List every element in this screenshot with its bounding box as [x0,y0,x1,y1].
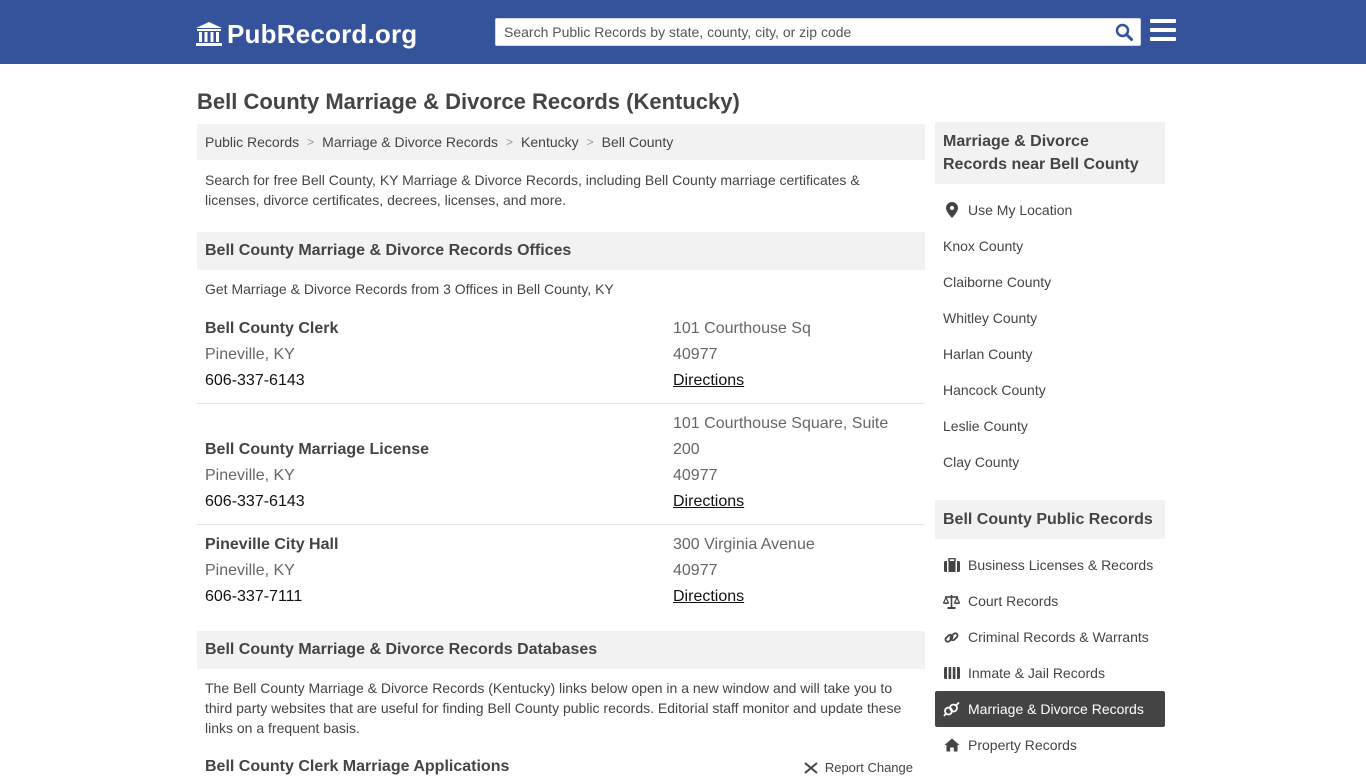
category-label: Court Records [968,593,1059,609]
directions-link[interactable]: Directions [673,372,744,389]
databases-heading: Bell County Marriage & Divorce Records D… [197,631,925,669]
office-phone[interactable]: 606-337-7111 [205,584,338,610]
database-link[interactable]: Bell County Clerk Marriage Applications [205,758,509,775]
use-location-label: Use My Location [968,202,1073,218]
offices-heading: Bell County Marriage & Divorce Records O… [197,232,925,270]
home-icon [943,737,960,753]
category-business-licenses[interactable]: Business Licenses & Records [935,547,1165,583]
category-label: Marriage & Divorce Records [968,701,1144,717]
breadcrumb-bell-county[interactable]: Bell County [602,134,674,150]
office-card: Bell County Clerk Pineville, KY 606-337-… [197,316,925,400]
divider [197,403,925,404]
county-link-harlan[interactable]: Harlan County [935,336,1165,372]
county-link-knox[interactable]: Knox County [935,228,1165,264]
county-link-whitley[interactable]: Whitley County [935,300,1165,336]
county-link-clay[interactable]: Clay County [935,444,1165,480]
logo-text: PubRecord.org [227,18,418,49]
office-name: Bell County Marriage License [205,441,430,458]
offices-subtitle: Get Marriage & Divorce Records from 3 Of… [205,281,614,297]
courthouse-icon [196,22,222,46]
site-header: PubRecord.org [0,0,1366,64]
category-label: Business Licenses & Records [968,557,1154,573]
breadcrumb-separator: > [307,135,315,149]
office-city: Pineville, KY [205,467,295,484]
office-phone[interactable]: 606-337-6143 [205,368,338,394]
breadcrumb: Public Records > Marriage & Divorce Reco… [197,124,925,160]
office-zip: 40977 [673,346,718,363]
breadcrumb-separator: > [506,135,514,149]
search-icon [1115,23,1133,41]
category-marriage-divorce[interactable]: Marriage & Divorce Records [935,691,1165,727]
county-link-hancock[interactable]: Hancock County [935,372,1165,408]
briefcase-icon [943,557,960,573]
breadcrumb-kentucky[interactable]: Kentucky [521,134,579,150]
office-city: Pineville, KY [205,346,295,363]
directions-link[interactable]: Directions [673,588,744,605]
breadcrumb-marriage-divorce[interactable]: Marriage & Divorce Records [322,134,498,150]
menu-bar [1150,19,1176,23]
id-card-icon [943,665,960,681]
office-name: Pineville City Hall [205,536,339,553]
nearby-heading: Marriage & Divorce Records near Bell Cou… [935,122,1165,184]
use-location-link[interactable]: Use My Location [935,192,1165,228]
office-name: Bell County Clerk [205,320,339,337]
scales-icon [943,593,960,609]
category-inmate-jail[interactable]: Inmate & Jail Records [935,655,1165,691]
breadcrumb-public-records[interactable]: Public Records [205,134,299,150]
office-zip: 40977 [673,562,718,579]
gender-rings-icon [943,701,960,717]
divider [197,524,925,525]
office-city: Pineville, KY [205,562,295,579]
office-phone[interactable]: 606-337-6143 [205,489,429,515]
office-address: 101 Courthouse Square, Suite 200 [673,415,889,458]
county-link-leslie[interactable]: Leslie County [935,408,1165,444]
search-bar [495,18,1141,46]
menu-bar [1150,28,1176,32]
menu-bar [1150,37,1176,41]
category-label: Property Records [968,737,1077,753]
category-criminal-records[interactable]: Criminal Records & Warrants [935,619,1165,655]
database-item: Bell County Clerk Marriage Applications … [205,758,917,778]
breadcrumb-separator: > [586,135,594,149]
location-pin-icon [943,202,960,218]
office-card: Bell County Marriage License Pineville, … [197,411,925,515]
office-zip: 40977 [673,467,718,484]
office-address: 300 Virginia Avenue [673,536,815,553]
public-records-heading: Bell County Public Records [935,500,1165,539]
intro-text: Search for free Bell County, KY Marriage… [205,172,860,208]
county-link-claiborne[interactable]: Claiborne County [935,264,1165,300]
page-title: Bell County Marriage & Divorce Records (… [197,89,740,114]
office-address: 101 Courthouse Sq [673,320,811,337]
directions-link[interactable]: Directions [673,493,744,510]
category-property-records[interactable]: Property Records [935,727,1165,763]
search-button[interactable] [1112,21,1136,43]
office-card: Pineville City Hall Pineville, KY 606-33… [197,532,925,612]
menu-button[interactable] [1150,19,1176,43]
category-label: Criminal Records & Warrants [968,629,1149,645]
site-logo[interactable]: PubRecord.org [195,18,417,50]
databases-text: The Bell County Marriage & Divorce Recor… [205,680,902,736]
link-icon [943,629,960,645]
search-input[interactable] [496,19,1108,45]
category-label: Inmate & Jail Records [968,665,1105,681]
category-court-records[interactable]: Court Records [935,583,1165,619]
